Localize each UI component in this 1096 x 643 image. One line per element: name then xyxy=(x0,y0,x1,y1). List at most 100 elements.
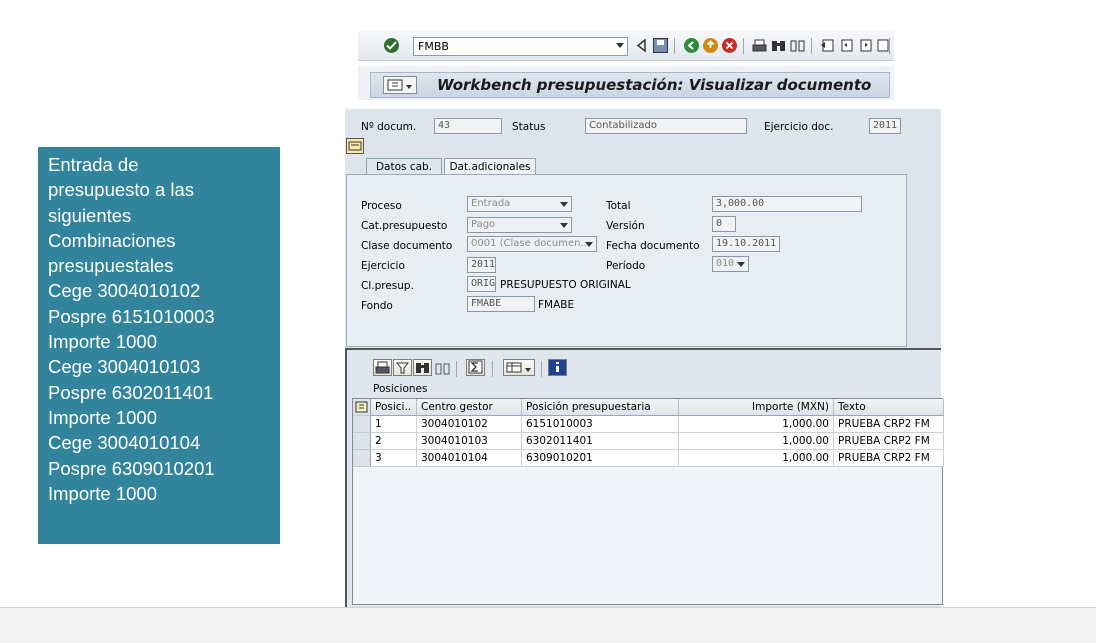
info-box-line: Importe 1000 xyxy=(48,331,158,353)
title-box: Workbench presupuestación: Visualizar do… xyxy=(370,72,890,98)
chevron-down-icon[interactable] xyxy=(616,43,624,48)
doc-type-label: Clase documento xyxy=(361,240,453,252)
table-cell: 3004010102 xyxy=(417,416,522,433)
select-all-icon[interactable] xyxy=(353,399,371,416)
row-selector[interactable] xyxy=(353,433,371,450)
budget-category-value: Pago xyxy=(471,219,496,230)
info-box-line: presupuestales xyxy=(48,255,174,277)
column-header-cost-center[interactable]: Centro gestor xyxy=(417,399,522,416)
budget-class-label: Cl.presup. xyxy=(361,280,414,292)
table-cell: 1 xyxy=(371,416,417,433)
first-page-icon[interactable] xyxy=(820,38,835,53)
info-icon[interactable] xyxy=(548,359,567,376)
status-label: Status xyxy=(512,121,546,133)
cancel-icon[interactable] xyxy=(722,38,737,53)
column-header-position[interactable]: Posici.. xyxy=(371,399,417,416)
doc-number-field[interactable]: 43 xyxy=(434,118,502,134)
enter-check-icon[interactable] xyxy=(384,38,399,53)
budget-class-desc: PRESUPUESTO ORIGINAL xyxy=(500,279,631,291)
tab-dat-adicionales[interactable]: Dat.adicionales xyxy=(444,158,536,175)
table-cell: PRUEBA CRP2 FM xyxy=(834,416,944,433)
print-icon[interactable] xyxy=(373,359,392,376)
info-box-line: Entrada de xyxy=(48,154,139,175)
budget-category-label: Cat.presupuesto xyxy=(361,220,448,232)
info-box-line: Cege 3004010103 xyxy=(48,356,201,378)
print-icon[interactable] xyxy=(752,38,767,53)
find-next-icon[interactable] xyxy=(435,361,451,376)
table-cell: 2 xyxy=(371,433,417,450)
version-label: Versión xyxy=(606,220,645,232)
table-cell: 6151010003 xyxy=(522,416,679,433)
doc-date-label: Fecha documento xyxy=(606,240,700,252)
info-box-line: Importe 1000 xyxy=(48,482,158,504)
budget-class-field[interactable]: ORIG xyxy=(467,276,496,292)
info-box-line: Combinaciones xyxy=(48,229,176,251)
save-icon[interactable] xyxy=(653,38,668,53)
title-bar: Workbench presupuestación: Visualizar do… xyxy=(358,66,894,100)
next-page-icon[interactable] xyxy=(858,38,873,53)
status-field[interactable]: Contabilizado xyxy=(585,118,747,134)
command-field[interactable]: FMBB xyxy=(413,37,628,56)
folder-icon[interactable] xyxy=(346,138,364,154)
table-cell: 3 xyxy=(371,450,417,467)
chevron-down-icon[interactable] xyxy=(585,242,593,247)
exit-icon[interactable] xyxy=(703,38,718,53)
fund-field[interactable]: FMABE xyxy=(467,296,535,312)
doc-type-field[interactable]: 0001 (Clase documen... xyxy=(467,236,597,252)
info-box-line: presupuesto a las xyxy=(48,179,195,201)
fund-label: Fondo xyxy=(361,300,393,312)
menu-toggle-icon[interactable] xyxy=(383,76,417,94)
column-header-text[interactable]: Texto xyxy=(834,399,944,416)
chevron-down-icon[interactable] xyxy=(737,262,745,267)
fiscal-year-doc-field[interactable]: 2011 xyxy=(869,118,901,134)
last-page-icon[interactable] xyxy=(877,38,889,53)
command-field-value: FMBB xyxy=(418,40,449,53)
standard-toolbar: FMBB xyxy=(358,31,894,61)
process-field[interactable]: Entrada xyxy=(467,196,572,212)
doc-date-field[interactable]: 19.10.2011 xyxy=(712,236,780,252)
find-icon[interactable] xyxy=(771,38,786,53)
table-cell: 6302011401 xyxy=(522,433,679,450)
table-cell: 1,000.00 xyxy=(679,433,834,450)
info-box-line: Cege 3004010104 xyxy=(48,432,201,454)
table-cell: 3004010103 xyxy=(417,433,522,450)
layout-icon[interactable] xyxy=(503,359,535,376)
positions-title: Posiciones xyxy=(373,383,428,395)
sum-icon[interactable] xyxy=(466,359,485,376)
page-title: Workbench presupuestación: Visualizar do… xyxy=(437,76,872,94)
process-label: Proceso xyxy=(361,200,402,212)
table-cell: 3004010104 xyxy=(417,450,522,467)
fiscal-year-doc-label: Ejercicio doc. xyxy=(764,121,834,133)
info-box-line: Importe 1000 xyxy=(48,406,158,428)
period-value: 010 xyxy=(716,258,735,269)
fiscal-year-field[interactable]: 2011 xyxy=(467,257,496,273)
table-cell: PRUEBA CRP2 FM xyxy=(834,433,944,450)
filter-icon[interactable] xyxy=(393,359,412,376)
tab-datos-cab[interactable]: Datos cab. xyxy=(366,158,442,175)
find-icon[interactable] xyxy=(413,359,432,376)
info-box-line: Pospre 6309010201 xyxy=(48,457,215,479)
triangle-left-icon[interactable] xyxy=(634,38,649,53)
back-icon[interactable] xyxy=(684,38,699,53)
period-label: Período xyxy=(606,260,646,272)
previous-page-icon[interactable] xyxy=(839,38,854,53)
column-header-amount[interactable]: Importe (MXN) xyxy=(679,399,834,416)
period-field[interactable]: 010 xyxy=(712,256,749,272)
fiscal-year-label: Ejercicio xyxy=(361,260,405,272)
chevron-down-icon[interactable] xyxy=(560,223,568,228)
row-selector[interactable] xyxy=(353,416,371,433)
row-selector[interactable] xyxy=(353,450,371,467)
table-cell: 1,000.00 xyxy=(679,450,834,467)
budget-category-field[interactable]: Pago xyxy=(467,217,572,233)
find-next-icon[interactable] xyxy=(790,38,805,53)
table-cell: 1,000.00 xyxy=(679,416,834,433)
process-value: Entrada xyxy=(471,198,511,209)
version-field[interactable]: 0 xyxy=(712,216,736,232)
info-box-line: siguientes xyxy=(48,204,132,226)
total-field[interactable]: 3,000.00 xyxy=(712,196,862,212)
total-label: Total xyxy=(606,200,631,212)
column-header-budget-position[interactable]: Posición presupuestaria xyxy=(522,399,679,416)
doc-type-value: 0001 (Clase documen... xyxy=(471,238,591,249)
status-bar xyxy=(0,607,1096,643)
chevron-down-icon[interactable] xyxy=(560,202,568,207)
